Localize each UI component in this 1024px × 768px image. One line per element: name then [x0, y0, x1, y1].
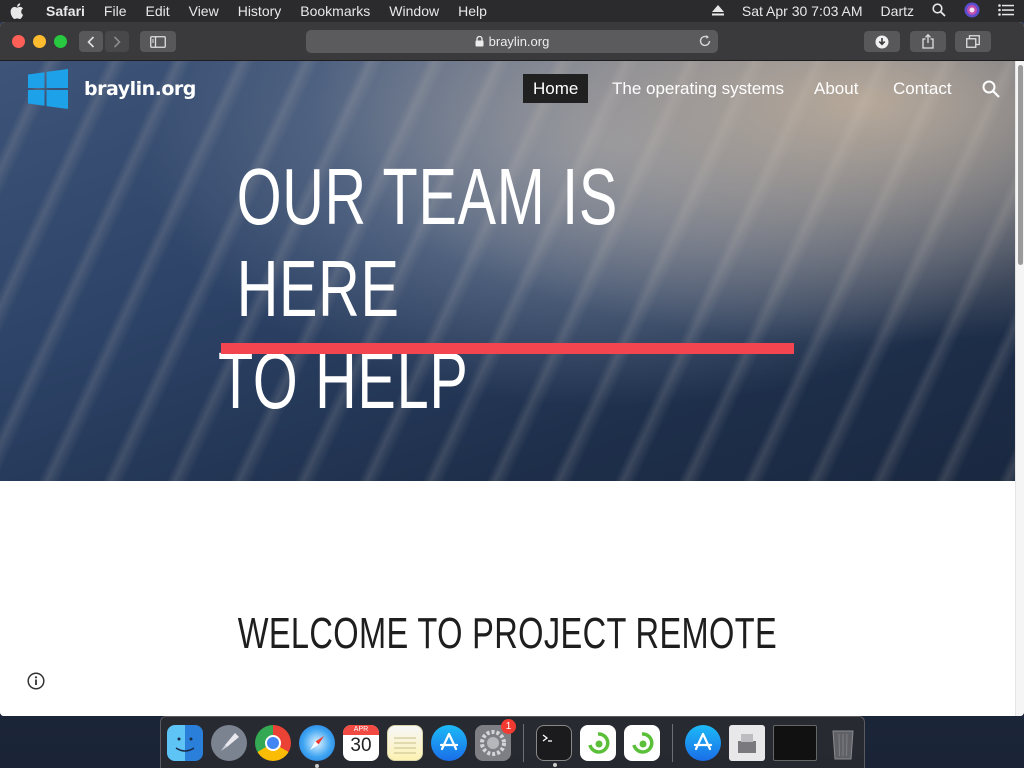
hero-accent-bar: [221, 343, 794, 354]
dock-separator: [523, 723, 524, 762]
url-text: braylin.org: [488, 34, 550, 49]
address-bar[interactable]: braylin.org: [306, 30, 718, 53]
terminal-icon[interactable]: [536, 724, 572, 767]
close-window-button[interactable]: [12, 35, 25, 48]
minimize-window-button[interactable]: [33, 35, 46, 48]
nav-contact[interactable]: Contact: [893, 74, 952, 103]
share-button[interactable]: [910, 31, 946, 52]
zoom-window-button[interactable]: [54, 35, 67, 48]
disk-icon[interactable]: [729, 724, 765, 761]
lock-icon: [475, 36, 484, 47]
sidebar-toggle-button[interactable]: [140, 31, 176, 52]
reload-icon[interactable]: [698, 34, 712, 51]
scrollbar-thumb[interactable]: [1018, 65, 1023, 265]
tab-overview-button[interactable]: [955, 31, 991, 52]
eject-icon[interactable]: [711, 3, 724, 19]
menu-app-name[interactable]: Safari: [46, 3, 85, 19]
menu-help[interactable]: Help: [458, 3, 487, 19]
dict-app-2-icon[interactable]: [624, 724, 660, 761]
menubar-clock[interactable]: Sat Apr 30 7:03 AM: [742, 3, 863, 19]
dock: APR 30 1: [160, 716, 865, 768]
sidebar-icon: [150, 35, 166, 48]
downloads-button[interactable]: [864, 31, 900, 52]
apple-menu-icon[interactable]: [10, 3, 26, 19]
calendar-month: APR: [343, 724, 379, 735]
hero-banner: braylin.org Home The operating systems A…: [0, 61, 1015, 481]
windows-logo-icon[interactable]: [28, 69, 68, 109]
download-icon: [875, 35, 889, 48]
finder-icon[interactable]: [167, 724, 203, 761]
forward-button[interactable]: [105, 31, 129, 52]
dict-app-icon[interactable]: [580, 724, 616, 761]
tabs-icon: [966, 35, 980, 48]
safari-icon[interactable]: [299, 724, 335, 768]
nav-about[interactable]: About: [814, 74, 858, 103]
welcome-title: WELCOME TO PROJECT REMOTE: [237, 609, 778, 658]
menu-edit[interactable]: Edit: [145, 3, 169, 19]
share-icon: [922, 34, 934, 49]
browser-window: braylin.org braylin.org Home The operati…: [0, 22, 1024, 716]
chrome-icon[interactable]: [255, 724, 291, 761]
back-button[interactable]: [79, 31, 103, 52]
chevron-right-icon: [113, 35, 121, 48]
welcome-heading: WELCOME TO PROJECT REMOTE: [0, 609, 1015, 659]
calendar-day: 30: [350, 734, 372, 756]
chevron-left-icon: [87, 35, 95, 48]
nav-home[interactable]: Home: [523, 74, 589, 103]
calendar-icon[interactable]: APR 30: [343, 724, 379, 761]
menu-history[interactable]: History: [238, 3, 282, 19]
site-search-icon[interactable]: [982, 80, 1000, 103]
notification-badge: 1: [501, 718, 516, 734]
web-page: braylin.org Home The operating systems A…: [0, 61, 1015, 716]
menubar: Safari File Edit View History Bookmarks …: [0, 0, 1024, 22]
site-brand[interactable]: braylin.org: [84, 78, 196, 100]
menu-view[interactable]: View: [189, 3, 219, 19]
page-scrollbar[interactable]: [1015, 61, 1024, 716]
menu-window[interactable]: Window: [389, 3, 439, 19]
hero-headline: OUR TEAM IS HERE TO HELP: [218, 151, 650, 427]
app-store-icon[interactable]: [431, 724, 467, 761]
notification-center-icon[interactable]: [998, 3, 1014, 19]
browser-toolbar: braylin.org: [0, 22, 1024, 61]
spotlight-icon[interactable]: [932, 2, 946, 20]
nav-operating-systems[interactable]: The operating systems: [612, 74, 784, 103]
info-icon[interactable]: [27, 672, 45, 695]
menu-bookmarks[interactable]: Bookmarks: [300, 3, 370, 19]
system-preferences-icon[interactable]: 1: [475, 718, 516, 761]
siri-icon[interactable]: [964, 2, 980, 21]
launchpad-icon[interactable]: [211, 724, 247, 761]
notes-icon[interactable]: [387, 724, 423, 761]
app-store-download-icon[interactable]: [685, 724, 721, 761]
menu-file[interactable]: File: [104, 3, 127, 19]
hero-line-1: OUR TEAM IS HERE: [236, 152, 619, 333]
window-icon[interactable]: [773, 724, 817, 761]
trash-icon[interactable]: [825, 725, 861, 761]
menubar-user[interactable]: Dartz: [881, 3, 914, 19]
dock-separator-2: [672, 723, 673, 762]
